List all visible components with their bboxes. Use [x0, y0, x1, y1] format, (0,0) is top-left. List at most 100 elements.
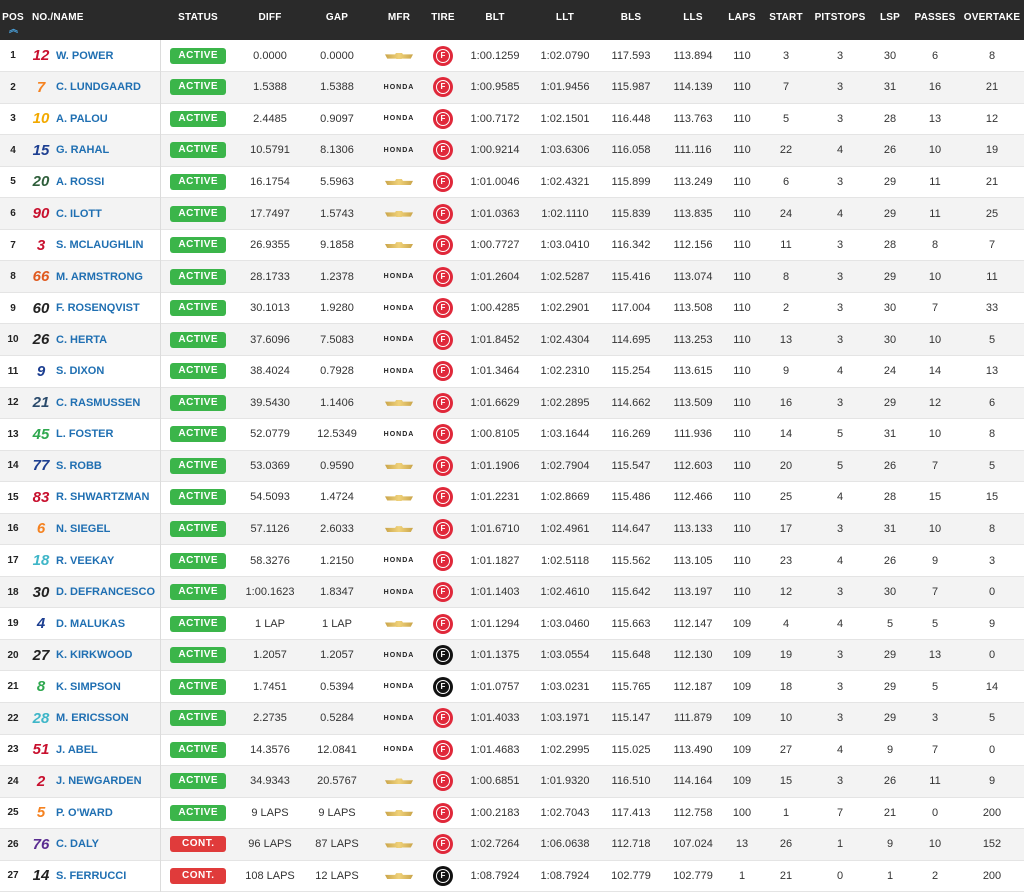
table-row[interactable]: 17 18 R. VEEKAY ACTIVE 58.3276 1.2150 HONDA 1:0… [0, 544, 1024, 577]
table-row[interactable]: 15 83 R. SHWARTZMAN ACTIVE 54.5093 1.4724 1:01… [0, 481, 1024, 514]
car-number: 90 [32, 205, 50, 222]
overtake-cell: 21 [985, 81, 999, 94]
header-llt[interactable]: LLT [532, 0, 598, 40]
driver-name-link[interactable]: G. RAHAL [56, 144, 109, 156]
driver-name-link[interactable]: S. DIXON [56, 365, 104, 377]
header-bls[interactable]: BLS [598, 0, 664, 40]
laps-cell: 110 [733, 333, 751, 346]
driver-name-link[interactable]: A. PALOU [56, 113, 108, 125]
diff-cell: 9 LAPS [251, 806, 289, 819]
table-row[interactable]: 24 2 J. NEWGARDEN ACTIVE 34.9343 20.5767 1:00.… [0, 765, 1024, 798]
header-blt[interactable]: BLT [458, 0, 532, 40]
chevrolet-bowtie-icon [385, 809, 413, 817]
passes-cell: 16 [928, 81, 942, 94]
table-row[interactable]: 5 20 A. ROSSI ACTIVE 16.1754 5.5963 1:01.0046 1… [0, 166, 1024, 198]
tire-cell [428, 292, 458, 324]
driver-name-link[interactable]: C. ILOTT [56, 208, 102, 220]
driver-name-link[interactable]: K. KIRKWOOD [56, 649, 132, 661]
table-row[interactable]: 8 66 M. ARMSTRONG ACTIVE 28.1733 1.2378 HONDA 1… [0, 260, 1024, 293]
status-badge: ACTIVE [170, 47, 227, 64]
driver-name-link[interactable]: L. FOSTER [56, 428, 113, 440]
lls-cell: 113.253 [673, 333, 713, 346]
table-row[interactable]: 27 14 S. FERRUCCI CONT. 108 LAPS 12 LAPS 1:08.… [0, 860, 1024, 892]
table-row[interactable]: 25 5 P. O'WARD ACTIVE 9 LAPS 9 LAPS 1:00.2183 1… [0, 797, 1024, 829]
driver-name-link[interactable]: S. MCLAUGHLIN [56, 239, 143, 251]
header-mfr[interactable]: MFR [370, 0, 428, 40]
header-status[interactable]: STATUS [160, 0, 236, 40]
firestone-tire-icon [433, 645, 453, 666]
table-row[interactable]: 3 10 A. PALOU ACTIVE 2.4485 0.9097 HONDA 1:00.7… [0, 103, 1024, 135]
header-laps[interactable]: LAPS [722, 0, 762, 40]
table-row[interactable]: 4 15 G. RAHAL ACTIVE 10.5791 8.1306 HONDA 1:00.… [0, 134, 1024, 167]
table-row[interactable]: 21 8 K. SIMPSON ACTIVE 1.7451 0.5394 HONDA 1:01… [0, 670, 1024, 703]
table-row[interactable]: 19 4 D. MALUKAS ACTIVE 1 LAP 1 LAP 1:01.1294 1:… [0, 607, 1024, 640]
start-cell: 18 [779, 680, 793, 693]
pitstops-cell: 4 [836, 743, 844, 756]
driver-name-link[interactable]: D. MALUKAS [56, 618, 125, 630]
header-lls[interactable]: LLS [664, 0, 722, 40]
sort-chevron-icon[interactable]: ︽ [9, 25, 18, 34]
lls-cell: 113.197 [673, 586, 713, 599]
driver-name-link[interactable]: M. ERICSSON [56, 712, 129, 724]
header-lsp[interactable]: LSP [870, 0, 910, 40]
table-row[interactable]: 6 90 C. ILOTT ACTIVE 17.7497 1.5743 1:01.0363 1… [0, 197, 1024, 230]
header-diff[interactable]: DIFF [236, 0, 304, 40]
table-row[interactable]: 26 76 C. DALY CONT. 96 LAPS 87 LAPS 1:02.7264 1… [0, 828, 1024, 861]
gap-cell: 2.6033 [320, 522, 354, 535]
driver-name-link[interactable]: D. DEFRANCESCO [56, 586, 155, 598]
table-row[interactable]: 11 9 S. DIXON ACTIVE 38.4024 0.7928 HONDA 1:01.… [0, 355, 1024, 388]
driver-name-link[interactable]: R. VEEKAY [56, 555, 114, 567]
lsp-cell: 26 [883, 775, 897, 788]
driver-cell: 15 G. RAHAL [26, 134, 161, 167]
driver-name-link[interactable]: P. O'WARD [56, 807, 113, 819]
table-row[interactable]: 9 60 F. ROSENQVIST ACTIVE 30.1013 1.9280 HONDA… [0, 292, 1024, 324]
driver-name-link[interactable]: J. ABEL [56, 744, 98, 756]
passes-cell: 7 [931, 586, 939, 599]
header-start[interactable]: START [762, 0, 810, 40]
laps-cell: 109 [732, 775, 752, 788]
gap-cell: 12.5349 [317, 428, 357, 441]
table-row[interactable]: 14 77 S. ROBB ACTIVE 53.0369 0.9590 1:01.1906 1… [0, 450, 1024, 482]
driver-name-link[interactable]: K. SIMPSON [56, 681, 121, 693]
llt-cell: 1:01.9456 [540, 81, 590, 94]
table-row[interactable]: 7 3 S. MCLAUGHLIN ACTIVE 26.9355 9.1858 1:00.7… [0, 229, 1024, 261]
table-row[interactable]: 13 45 L. FOSTER ACTIVE 52.0779 12.5349 HONDA 1:… [0, 418, 1024, 451]
table-row[interactable]: 22 28 M. ERICSSON ACTIVE 2.2735 0.5284 HONDA 1:… [0, 702, 1024, 735]
driver-name-link[interactable]: C. LUNDGAARD [56, 81, 141, 93]
table-row[interactable]: 16 6 N. SIEGEL ACTIVE 57.1126 2.6033 1:01.6710… [0, 513, 1024, 545]
driver-name-link[interactable]: M. ARMSTRONG [56, 271, 143, 283]
driver-name-link[interactable]: R. SHWARTZMAN [56, 491, 150, 503]
header-gap[interactable]: GAP [304, 0, 370, 40]
driver-name-link[interactable]: C. DALY [56, 838, 99, 850]
gap-cell: 9.1858 [320, 239, 354, 252]
header-tire[interactable]: TIRE [428, 0, 458, 40]
blt-cell: 1:00.1259 [470, 49, 520, 62]
table-row[interactable]: 10 26 C. HERTA ACTIVE 37.6096 7.5083 HONDA 1:01… [0, 323, 1024, 356]
table-row[interactable]: 12 21 C. RASMUSSEN ACTIVE 39.5430 1.1406 1:01.… [0, 387, 1024, 419]
header-passes[interactable]: PASSES [910, 0, 960, 40]
table-row[interactable]: 23 51 J. ABEL ACTIVE 14.3576 12.0841 HONDA 1:01… [0, 734, 1024, 766]
header-pos[interactable]: POS ︽ [0, 0, 26, 40]
table-row[interactable]: 1 12 W. POWER ACTIVE 0.0000 0.0000 1:00.1259 1:… [0, 40, 1024, 72]
driver-name-link[interactable]: N. SIEGEL [56, 523, 110, 535]
header-name[interactable]: NO./NAME [26, 0, 160, 40]
mfr-cell: HONDA [370, 292, 428, 324]
llt-cell: 1:03.0460 [540, 617, 590, 630]
driver-name-link[interactable]: W. POWER [56, 50, 113, 62]
tire-cell [428, 671, 458, 703]
driver-name-link[interactable]: S. FERRUCCI [56, 870, 126, 882]
driver-name-link[interactable]: F. ROSENQVIST [56, 302, 140, 314]
driver-name-link[interactable]: C. RASMUSSEN [56, 397, 140, 409]
pitstops-cell: 3 [836, 239, 844, 252]
header-pitstops[interactable]: PITSTOPS [810, 0, 870, 40]
header-overtake[interactable]: OVERTAKE [960, 0, 1024, 40]
driver-name-link[interactable]: C. HERTA [56, 334, 107, 346]
llt-cell: 1:02.2895 [540, 396, 590, 409]
table-row[interactable]: 18 30 D. DEFRANCESCO ACTIVE 1:00.1623 1.8347 H… [0, 576, 1024, 608]
laps-cell: 110 [733, 112, 751, 125]
table-row[interactable]: 20 27 K. KIRKWOOD ACTIVE 1.2057 1.2057 HONDA 1:… [0, 639, 1024, 671]
driver-name-link[interactable]: A. ROSSI [56, 176, 104, 188]
driver-name-link[interactable]: J. NEWGARDEN [56, 775, 142, 787]
driver-name-link[interactable]: S. ROBB [56, 460, 102, 472]
table-row[interactable]: 2 7 C. LUNDGAARD ACTIVE 1.5388 1.5388 HONDA 1:0… [0, 71, 1024, 104]
